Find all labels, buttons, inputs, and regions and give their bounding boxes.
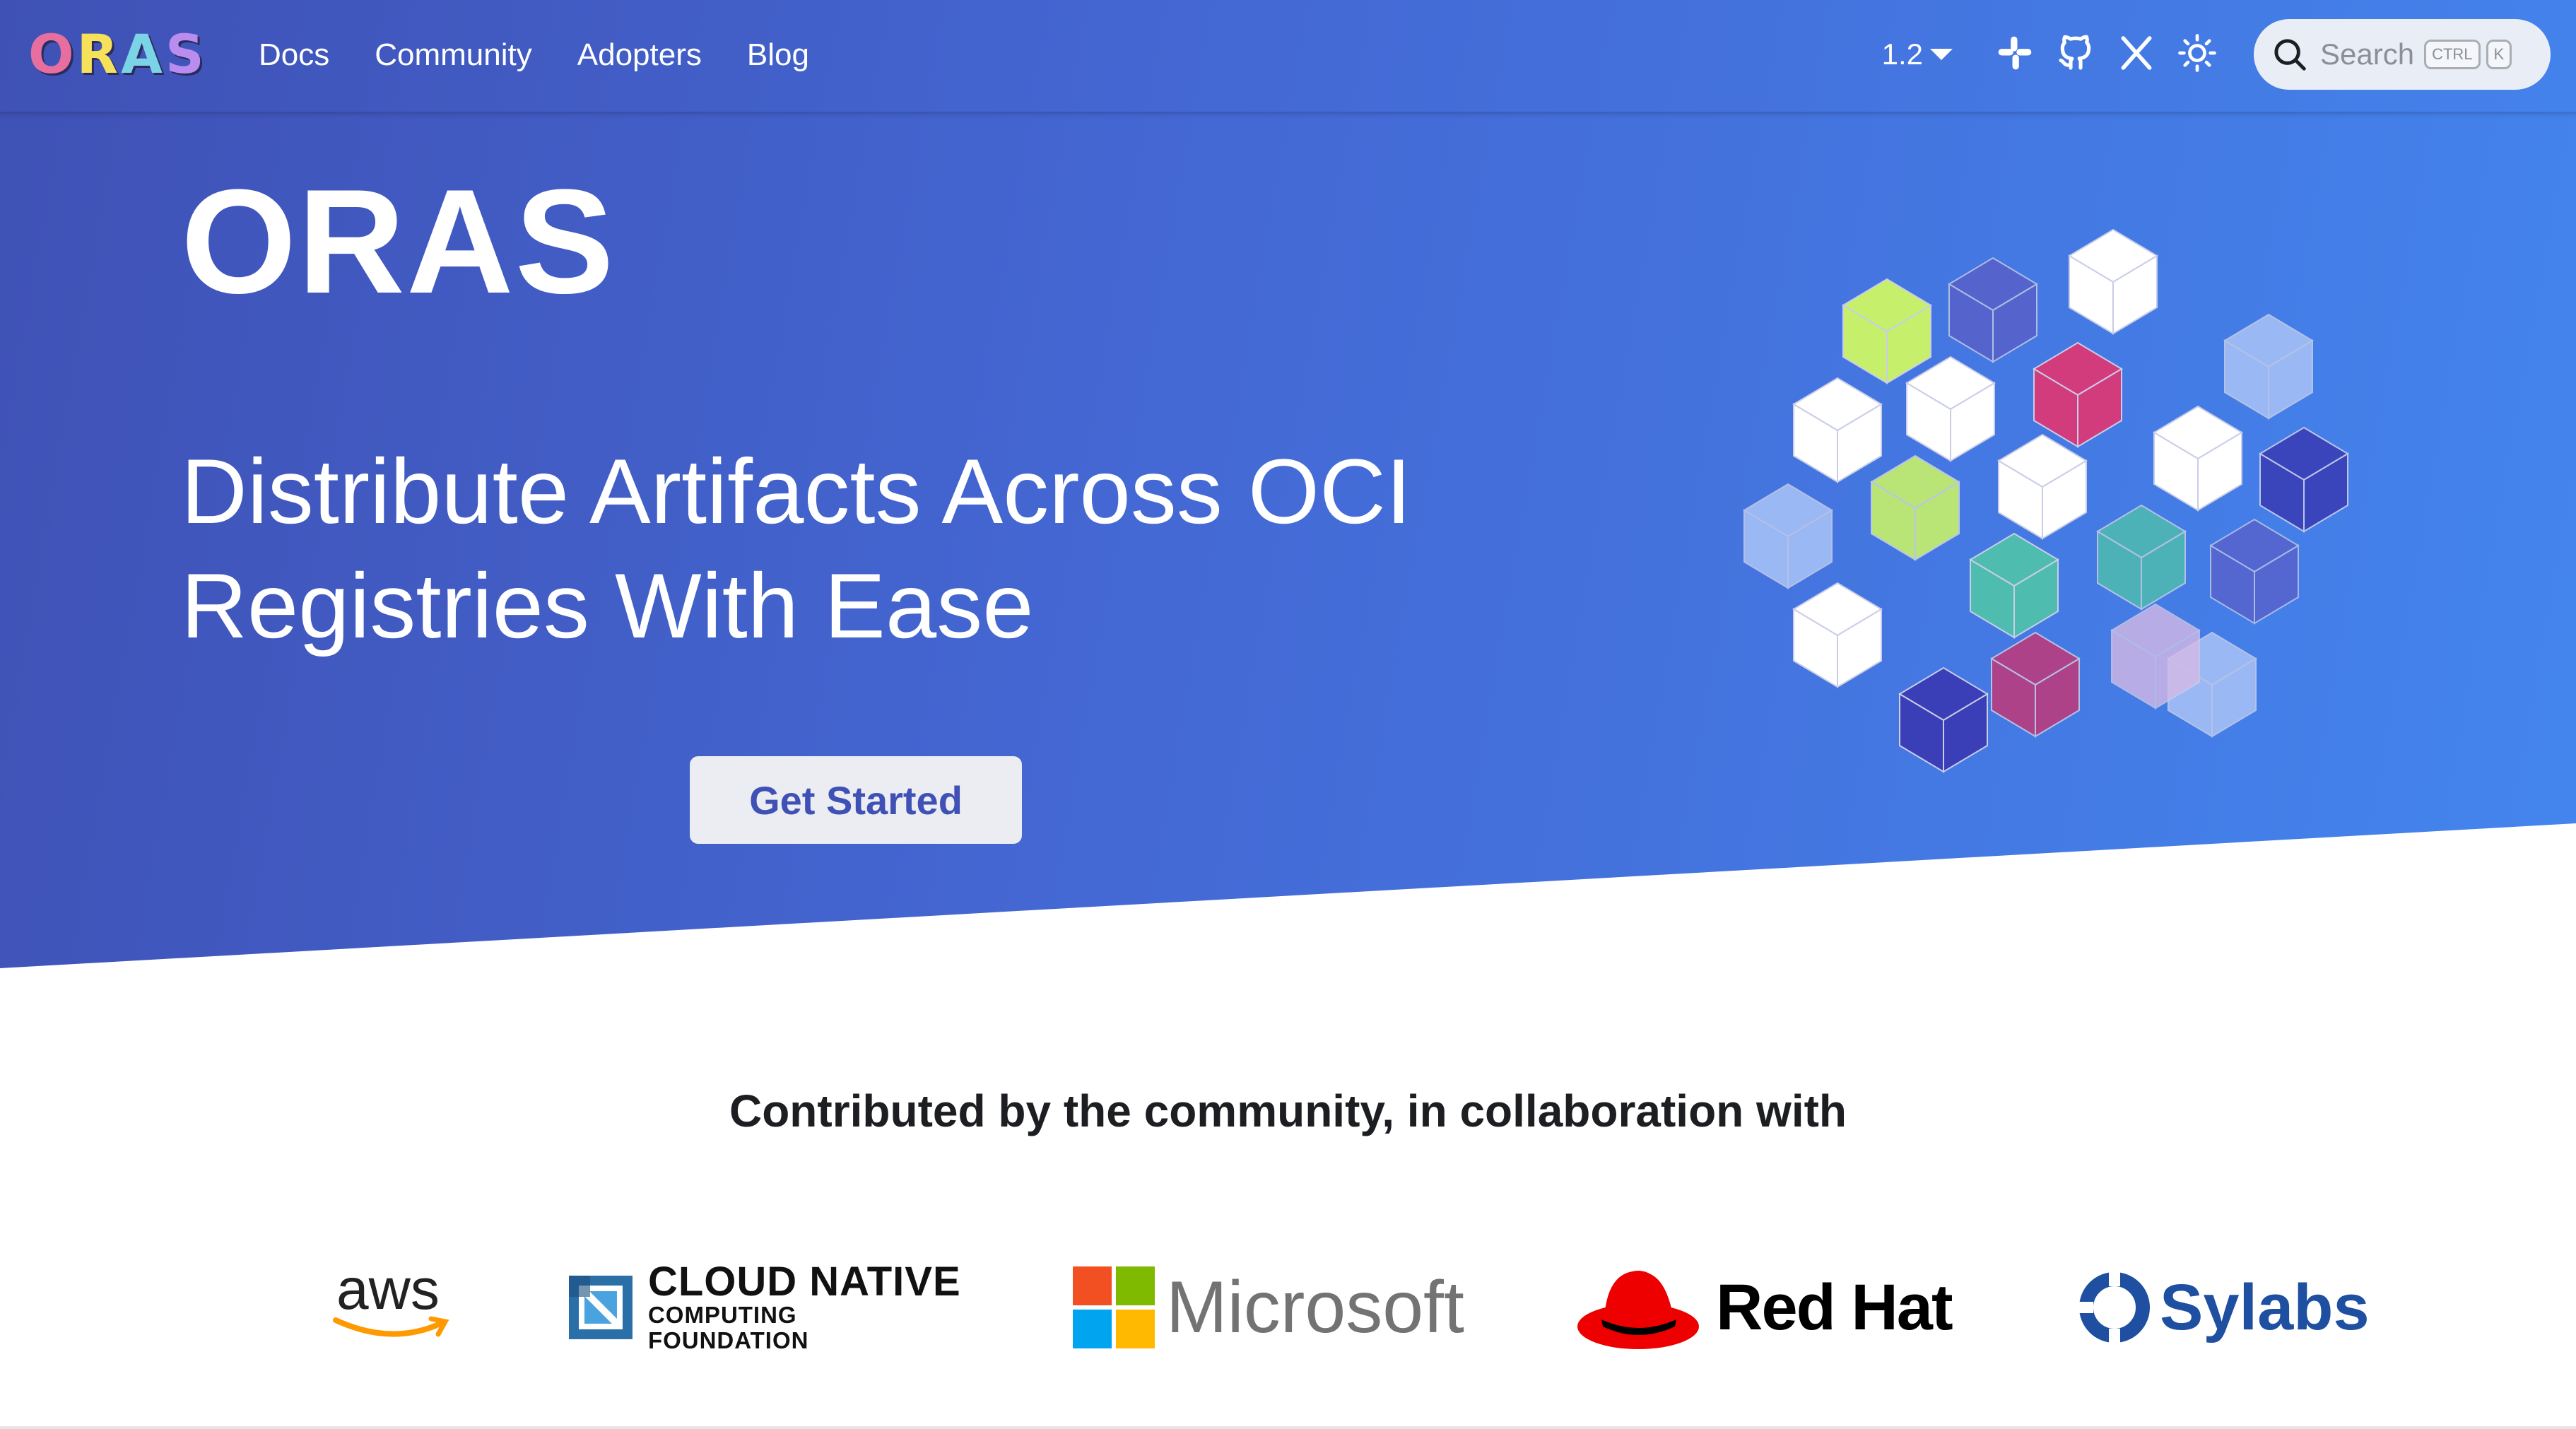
microsoft-icon xyxy=(1073,1266,1155,1348)
aws-smile-icon xyxy=(333,1316,449,1337)
nav-link-community[interactable]: Community xyxy=(375,31,532,79)
navbar-right: 1.2 Search CTRL K xyxy=(1882,19,2551,90)
hero-title: ORAS xyxy=(181,158,616,324)
logo-letter-o: O xyxy=(28,22,74,86)
nav-links: Docs Community Adopters Blog xyxy=(259,31,809,79)
cube-group xyxy=(1743,229,2348,772)
slack-link[interactable] xyxy=(1992,32,2037,77)
github-link[interactable] xyxy=(2053,32,2098,77)
logo-letter-r: R xyxy=(76,22,119,86)
partner-cncf[interactable]: CLOUD NATIVE COMPUTING FOUNDATION xyxy=(569,1244,965,1371)
artifact-cubes-illustration xyxy=(1743,229,2348,772)
oras-logo[interactable]: O R A S xyxy=(28,23,204,86)
version-dropdown[interactable]: 1.2 xyxy=(1882,37,1953,71)
cncf-icon xyxy=(569,1276,633,1339)
redhat-wordmark: Red Hat xyxy=(1716,1271,1953,1343)
logo-letter-a: A xyxy=(121,22,163,86)
page-bottom-divider xyxy=(0,1426,2576,1429)
search-icon xyxy=(2271,35,2309,73)
x-icon xyxy=(2117,33,2156,76)
microsoft-wordmark: Microsoft xyxy=(1166,1266,1464,1348)
collaboration-heading: Contributed by the community, in collabo… xyxy=(729,1086,1847,1136)
logo-letter-s: S xyxy=(165,22,204,86)
cncf-line1: CLOUD NATIVE xyxy=(647,1259,961,1305)
theme-toggle-button[interactable] xyxy=(2175,32,2220,77)
nav-link-blog[interactable]: Blog xyxy=(747,31,809,79)
nav-link-adopters[interactable]: Adopters xyxy=(577,31,702,79)
sylabs-icon xyxy=(2078,1271,2150,1344)
top-navbar: O R A S Docs Community Adopters Blog 1.2 xyxy=(0,0,2576,114)
version-label: 1.2 xyxy=(1881,37,1923,71)
cncf-wordmark: CLOUD NATIVE COMPUTING FOUNDATION xyxy=(648,1262,965,1353)
partner-microsoft[interactable]: Microsoft xyxy=(1073,1244,1469,1371)
hero-subtitle: Distribute Artifacts Across OCI Registri… xyxy=(181,440,1412,657)
search-box[interactable]: Search CTRL K xyxy=(2254,19,2551,90)
sun-icon xyxy=(2177,33,2217,76)
cncf-line2: COMPUTING FOUNDATION xyxy=(647,1302,809,1353)
chevron-down-icon xyxy=(1930,49,1953,60)
red-hat-icon xyxy=(1577,1271,1699,1349)
shortcut-key-ctrl: CTRL xyxy=(2424,40,2481,69)
partner-redhat[interactable]: Red Hat xyxy=(1576,1244,1972,1371)
aws-logo-text: aws xyxy=(336,1257,440,1322)
search-placeholder: Search xyxy=(2320,37,2415,71)
nav-link-docs[interactable]: Docs xyxy=(259,31,329,79)
sylabs-wordmark: Sylabs xyxy=(2160,1271,2370,1343)
get-started-button[interactable]: Get Started xyxy=(690,756,1022,844)
shortcut-key-k: K xyxy=(2486,40,2512,69)
partner-logos: aws CLOUD NATIVE COMPUTING FOUNDATION Mi… xyxy=(0,1244,2576,1371)
slack-icon xyxy=(1995,33,2035,76)
github-icon xyxy=(2056,33,2095,76)
partner-aws[interactable]: aws xyxy=(332,1244,452,1371)
x-link[interactable] xyxy=(2114,32,2159,77)
partner-sylabs[interactable]: Sylabs xyxy=(2078,1244,2375,1371)
